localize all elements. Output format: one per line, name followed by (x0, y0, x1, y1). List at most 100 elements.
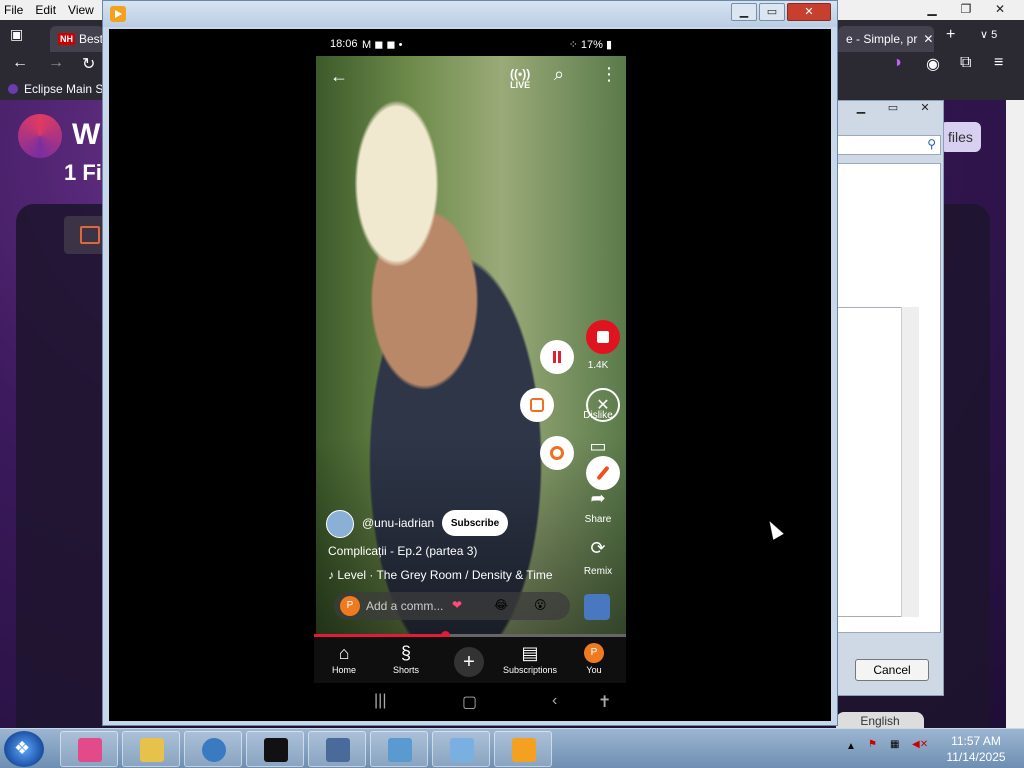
volume-muted-icon[interactable]: ◀✕ (912, 739, 928, 750)
heart-emoji[interactable]: ❤ (452, 598, 462, 612)
theme-icon[interactable]: ◑ (892, 54, 902, 72)
outer-scrollbar[interactable] (1006, 100, 1024, 728)
forward-icon[interactable]: → (48, 54, 64, 72)
status-bar: 18:06 M ◼ ◼ • ⁘ 17% ▮ (314, 34, 626, 56)
recorder-screenshot-button[interactable] (520, 388, 554, 422)
nav-you[interactable]: P You (564, 643, 624, 675)
bookmark-eclipse[interactable]: Eclipse Main S (24, 82, 103, 96)
shorts-icon: § (400, 643, 411, 663)
taskbar-mirror-app[interactable] (494, 731, 552, 767)
home-button-icon[interactable]: ▢ (462, 692, 477, 712)
start-button[interactable]: ❖ (4, 731, 44, 767)
comments-icon[interactable]: ▭ (578, 436, 618, 457)
more-options-icon[interactable]: ⋮ (600, 64, 618, 85)
site-logo-icon (18, 114, 62, 158)
menu-edit[interactable]: Edit (35, 3, 56, 17)
dialog-maximize-button[interactable]: ▭ (879, 101, 907, 117)
subscribe-button[interactable]: Subscribe (442, 510, 508, 536)
mirror-maximize-button[interactable]: ▭ (759, 3, 785, 21)
home-icon: ⌂ (338, 643, 350, 663)
recents-icon[interactable]: ||| (374, 692, 386, 710)
share-icon[interactable]: ➦ (578, 488, 618, 509)
taskbar-photos[interactable] (370, 731, 428, 767)
tab-label: e - Simple, pr (846, 32, 918, 46)
taskbar-media[interactable] (308, 731, 366, 767)
remix-label: Remix (583, 566, 613, 577)
channel-handle[interactable]: @unu-iadrian (362, 516, 434, 530)
extensions-icon[interactable]: ⧉ (960, 54, 971, 72)
wow-emoji[interactable]: 😮 (534, 598, 547, 612)
nav-home[interactable]: ⌂ Home (314, 643, 374, 675)
network-tray-icon[interactable]: ▦ (890, 739, 899, 750)
film-icon (326, 738, 350, 762)
recorder-camera-button[interactable] (540, 436, 574, 470)
search-icon[interactable]: ⌕ (554, 64, 564, 85)
account-icon[interactable]: ◉ (926, 54, 940, 74)
battery-level: 17% (580, 39, 603, 51)
reload-icon[interactable]: ↻ (82, 54, 95, 74)
dialog-close-button[interactable]: ✕ (911, 101, 939, 117)
close-tab-icon[interactable]: ✕ (923, 32, 933, 46)
mirror-close-button[interactable]: ✕ (787, 3, 831, 21)
files-heading: 1 Fi (64, 160, 102, 185)
clock-time: 11:57 AM (951, 734, 1001, 748)
sound-avatar[interactable] (584, 594, 610, 620)
create-button[interactable]: + (454, 647, 484, 677)
menu-icon[interactable]: ≡ (994, 54, 1003, 72)
system-nav-bar: ||| ▢ ‹ ✝ (314, 684, 626, 720)
tab-overview-icon[interactable]: ▣ (10, 26, 23, 43)
nav-you-label: You (586, 665, 602, 675)
system-tray: ▲ ⚑ ▦ ◀✕ 11:57 AM 11/14/2025 (840, 729, 1024, 768)
taskbar: ❖ ▲ ⚑ ▦ ◀✕ 11:57 AM 11/14/2025 (0, 728, 1024, 768)
flag-icon[interactable]: ⚑ (868, 739, 877, 750)
taskbar-remote[interactable] (432, 731, 490, 767)
system-back-icon[interactable]: ‹ (552, 692, 557, 710)
dialog-search-field[interactable]: ⚲ (837, 135, 941, 155)
clock[interactable]: 11:57 AM 11/14/2025 (936, 733, 1016, 765)
windows-logo-icon: ❖ (14, 738, 31, 758)
battery-icon: ▮ (602, 39, 612, 51)
comment-bar[interactable]: P Add a comm... ❤ 😂 😮 (334, 592, 570, 620)
recorder-stop-button[interactable] (586, 320, 620, 354)
nh-favicon: NH (58, 33, 75, 45)
dialog-scrollbar[interactable] (901, 307, 919, 617)
maximize-button[interactable]: ❐ (952, 0, 980, 18)
mirror-titlebar[interactable]: ▁ ▭ ✕ (103, 1, 837, 27)
live-icon[interactable]: ((•)) LIVE (510, 68, 530, 90)
accessibility-icon[interactable]: ✝ (598, 692, 611, 712)
taskbar-app-1[interactable] (60, 731, 118, 767)
new-tab-icon[interactable]: + (946, 26, 955, 44)
video-title[interactable]: Complicații - Ep.2 (partea 3) (328, 544, 477, 558)
laugh-emoji[interactable]: 😂 (494, 598, 508, 612)
back-icon[interactable]: ← (12, 54, 28, 72)
minimize-button[interactable]: ▁ (918, 0, 946, 18)
nav-subscriptions[interactable]: ▤ Subscriptions (500, 643, 560, 675)
tray-expand-icon[interactable]: ▲ (846, 741, 856, 752)
music-line[interactable]: ♪ Level · The Grey Room / Density & Time (328, 568, 553, 582)
channel-avatar[interactable] (326, 510, 354, 538)
cancel-button[interactable]: Cancel (855, 659, 929, 681)
notification-icons: M ◼ ◼ • (362, 39, 403, 51)
recorder-draw-button[interactable] (586, 456, 620, 490)
close-button[interactable]: ✕ (986, 0, 1014, 18)
tab-simple[interactable]: e - Simple, pr ✕ (838, 26, 934, 52)
taskbar-browser[interactable] (184, 731, 242, 767)
remix-icon[interactable]: ⟳ (578, 538, 618, 559)
site-brand: W (72, 118, 101, 151)
taskbar-explorer[interactable] (122, 731, 180, 767)
mirror-minimize-button[interactable]: ▁ (731, 3, 757, 21)
tab-list-button[interactable]: ∨ 5 (980, 28, 997, 41)
menu-view[interactable]: View (68, 3, 94, 17)
taskbar-cmd[interactable] (246, 731, 304, 767)
nav-shorts[interactable]: § Shorts (376, 643, 436, 675)
menu-file[interactable]: File (4, 3, 23, 17)
recorder-pause-button[interactable] (540, 340, 574, 374)
add-files-button[interactable]: files (940, 122, 981, 152)
dialog-minimize-button[interactable]: ▁ (847, 101, 875, 117)
tab-label: Best (79, 32, 104, 46)
tab-best[interactable]: NH Best (50, 26, 104, 52)
nav-home-label: Home (331, 665, 356, 675)
comment-input[interactable]: Add a comm... (366, 599, 443, 613)
play-icon (512, 738, 536, 762)
back-icon[interactable]: ← (330, 66, 348, 87)
